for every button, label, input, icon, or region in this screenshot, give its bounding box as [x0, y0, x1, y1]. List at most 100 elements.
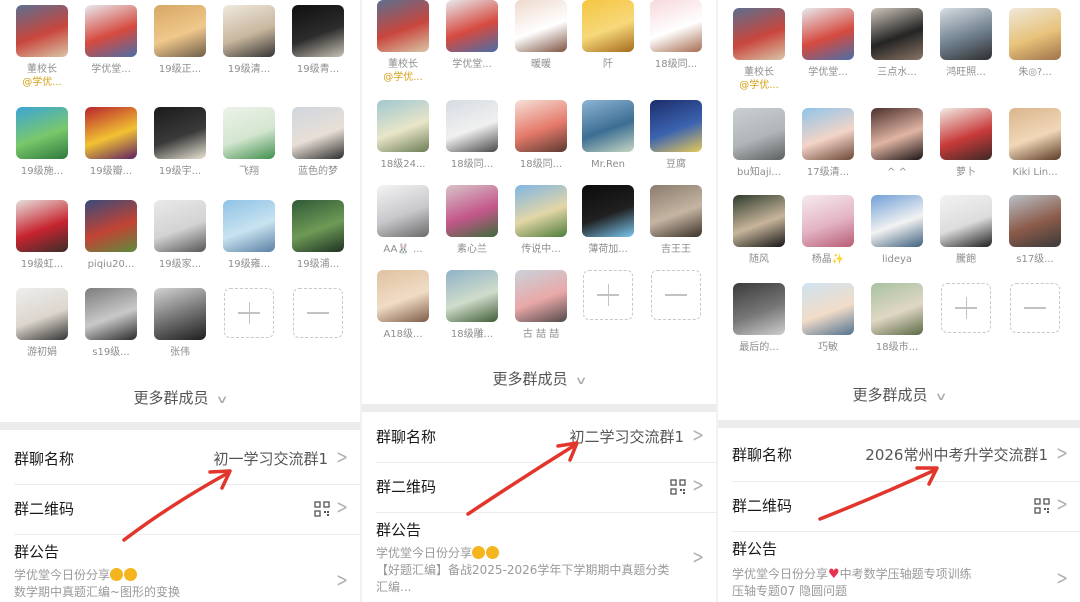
member-item[interactable]: 19级施...	[9, 107, 75, 179]
member-item[interactable]: 萝卜	[933, 108, 999, 180]
member-item[interactable]: Kiki Lin...	[1002, 108, 1068, 180]
member-item[interactable]: 19级家...	[147, 200, 213, 272]
member-avatar	[733, 108, 785, 160]
group-qr-row[interactable]: 群二维码 >	[0, 488, 360, 532]
member-item[interactable]: 19级虹...	[9, 200, 75, 272]
member-item[interactable]: A18级...	[370, 270, 436, 342]
member-name: 游初娟	[27, 347, 57, 358]
more-members-button[interactable]: 更多群成员 ∨	[718, 385, 1080, 407]
member-item[interactable]: 最后的...	[726, 283, 792, 355]
group-notice-row[interactable]: 群公告 学优堂今日份分享♥中考数学压轴题专项训练 压轴专题07 隐圆问题 >	[718, 535, 1080, 602]
member-item[interactable]: 薄荷加...	[575, 185, 641, 257]
add-member-button[interactable]	[933, 283, 999, 333]
member-item[interactable]: 杨晶✨	[795, 195, 861, 267]
member-item[interactable]: 18级雕...	[439, 270, 505, 342]
member-name: 学优堂...	[452, 59, 492, 70]
group-name-value: 2026常州中考升学交流群1	[865, 446, 1048, 464]
member-item[interactable]: 18级24...	[370, 100, 436, 172]
member-item[interactable]: 随风	[726, 195, 792, 267]
member-item[interactable]: 巧敏	[795, 283, 861, 355]
member-item[interactable]: 张伟	[147, 288, 213, 360]
member-avatar	[1009, 8, 1061, 60]
remove-member-button[interactable]	[1002, 283, 1068, 333]
member-item[interactable]: 19级雍...	[216, 200, 282, 272]
member-avatar	[871, 195, 923, 247]
member-item[interactable]: 18级市...	[864, 283, 930, 355]
group-notice-row[interactable]: 群公告 学优堂今日份分享 数学期中真题汇编~图形的变换 >	[0, 538, 360, 602]
notice-line-3: 压轴专题07 隐圆问题	[732, 584, 848, 598]
member-avatar	[871, 283, 923, 335]
member-name: 朱◎?...	[1018, 67, 1052, 78]
member-name: piqiu20...	[87, 259, 135, 270]
member-avatar	[16, 288, 68, 340]
smile-emoji-icon	[124, 568, 138, 581]
member-item[interactable]: piqiu20...	[78, 200, 144, 272]
row-divider	[732, 531, 1080, 532]
group-name-row[interactable]: 群聊名称 初一学习交流群1 >	[0, 438, 360, 482]
member-item[interactable]: 19级青...	[285, 5, 351, 77]
member-item[interactable]: 18级同...	[439, 100, 505, 172]
more-members-button[interactable]: 更多群成员 ∨	[362, 369, 716, 391]
member-item[interactable]: s19级...	[78, 288, 144, 360]
member-item[interactable]: lideya	[864, 195, 930, 267]
member-item[interactable]: Mr.Ren	[575, 100, 641, 172]
member-item[interactable]: bu知aji...	[726, 108, 792, 180]
member-item[interactable]: 17级清...	[795, 108, 861, 180]
member-item[interactable]: 古 喆 喆	[508, 270, 574, 342]
member-avatar	[16, 5, 68, 57]
group-name-row[interactable]: 群聊名称 初二学习交流群1 >	[362, 416, 716, 460]
member-item[interactable]: 董校长 @学优...	[726, 8, 792, 92]
member-item[interactable]: 朱◎?...	[1002, 8, 1068, 80]
group-notice-row[interactable]: 群公告 学优堂今日份分享 【好题汇编】备战2025-2026学年下学期期中真题分…	[362, 516, 716, 602]
member-item[interactable]: 騰飽	[933, 195, 999, 267]
member-name: 豆腐	[666, 159, 686, 170]
member-item[interactable]: 学优堂...	[78, 5, 144, 77]
member-item[interactable]: 19级瓣...	[78, 107, 144, 179]
member-name: 飞翔	[239, 166, 259, 177]
member-item[interactable]: 18级同...	[508, 100, 574, 172]
group-name-row[interactable]: 群聊名称 2026常州中考升学交流群1 >	[718, 434, 1080, 478]
group-qr-row[interactable]: 群二维码 >	[718, 485, 1080, 529]
member-avatar	[940, 8, 992, 60]
minus-icon	[651, 270, 701, 320]
member-item[interactable]: 素心兰	[439, 185, 505, 257]
member-item[interactable]: 19级浦...	[285, 200, 351, 272]
member-name: 巧敏	[818, 342, 838, 353]
more-members-button[interactable]: 更多群成员 ∨	[0, 388, 360, 410]
member-item[interactable]: 豆腐	[643, 100, 709, 172]
member-item[interactable]: 传说中...	[508, 185, 574, 257]
member-item[interactable]: 学优堂...	[795, 8, 861, 80]
remove-member-button[interactable]	[643, 270, 709, 320]
group-notice-label: 群公告	[14, 543, 60, 561]
member-item[interactable]: 鸿旺照...	[933, 8, 999, 80]
member-name: 18级市...	[875, 342, 919, 353]
member-item[interactable]: 暖暖	[508, 0, 574, 72]
member-item[interactable]: 19级正...	[147, 5, 213, 77]
member-item[interactable]: 董校长 @学优...	[9, 5, 75, 89]
member-name: 騰飽	[956, 254, 976, 265]
member-item[interactable]: 学优堂...	[439, 0, 505, 72]
member-item[interactable]: 游初娟	[9, 288, 75, 360]
member-item[interactable]: 蓝色的梦	[285, 107, 351, 179]
member-item[interactable]: 19级宇...	[147, 107, 213, 179]
member-avatar	[446, 100, 498, 152]
add-member-button[interactable]	[216, 288, 282, 338]
member-avatar	[650, 185, 702, 237]
member-item[interactable]: 18级同...	[643, 0, 709, 72]
member-item[interactable]: s17级...	[1002, 195, 1068, 267]
group-qr-row[interactable]: 群二维码 >	[362, 466, 716, 510]
group-qr-label: 群二维码	[376, 478, 437, 496]
member-item[interactable]: AA🐰 ...	[370, 185, 436, 257]
member-item[interactable]: 吉王王	[643, 185, 709, 257]
remove-member-button[interactable]	[285, 288, 351, 338]
member-item[interactable]: ^ ^	[864, 108, 930, 180]
add-member-button[interactable]	[575, 270, 641, 320]
member-item[interactable]: 董校长 @学优...	[370, 0, 436, 84]
member-item[interactable]: 19级清...	[216, 5, 282, 77]
member-avatar	[223, 200, 275, 252]
member-avatar	[154, 288, 206, 340]
member-item[interactable]: 阡	[575, 0, 641, 72]
member-name: 19级雍...	[227, 259, 271, 270]
member-item[interactable]: 三点水...	[864, 8, 930, 80]
member-item[interactable]: 飞翔	[216, 107, 282, 179]
